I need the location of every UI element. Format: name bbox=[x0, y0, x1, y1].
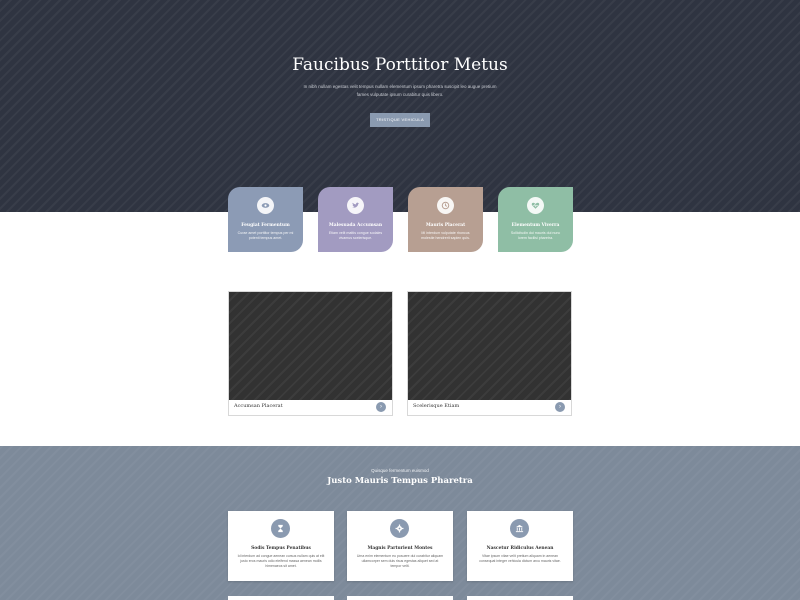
feature-title: Feugiat Fermentum bbox=[241, 223, 290, 228]
hourglass-icon bbox=[271, 519, 290, 538]
feature-title: Elementum Viverra bbox=[511, 223, 560, 228]
hero-subtitle: In nibh nullam egestas velit tempus null… bbox=[303, 84, 497, 97]
service-desc: Id interdum ad congue aenean cursus null… bbox=[237, 554, 325, 568]
service-card[interactable]: Sodis Tempus Penatibus Id interdum ad co… bbox=[228, 511, 334, 581]
section-title: Justo Mauris Tempus Pharetra bbox=[327, 476, 473, 486]
feature-desc: Curae amet porttitor tempus per mi poten… bbox=[237, 231, 294, 240]
feature-tile[interactable]: Mauris Placerat Mi interdum vulputate rh… bbox=[408, 187, 483, 252]
service-title: Magnis Parturient Montes bbox=[367, 546, 433, 551]
feature-tiles: Feugiat Fermentum Curae amet porttitor t… bbox=[228, 187, 574, 253]
service-card[interactable]: Magnis Parturient Montes Uma enim elemen… bbox=[347, 511, 453, 581]
hero-cta-button[interactable]: TRISTIQUE VEHICULA bbox=[370, 113, 430, 127]
history-icon bbox=[437, 197, 454, 214]
feature-desc: Etiam velit mattis congue sodales vivamu… bbox=[328, 231, 383, 240]
feature-title: Mauris Placerat bbox=[425, 223, 466, 228]
heart-monitor-icon bbox=[527, 197, 544, 214]
feature-title: Malesuada Accumsan bbox=[328, 223, 383, 228]
image-placeholder bbox=[229, 292, 392, 400]
feature-desc: Sollicitudin dui mauris dui nunc lorem f… bbox=[510, 231, 561, 240]
service-card-partial bbox=[228, 596, 334, 600]
gear-icon bbox=[390, 519, 409, 538]
service-card-partial bbox=[467, 596, 573, 600]
feature-desc: Mi interdum vulputate rhoncus molestie h… bbox=[421, 231, 470, 240]
chevron-right-icon[interactable]: › bbox=[555, 402, 565, 412]
card-label: Accumsan Placerat bbox=[234, 403, 283, 409]
card-label: Scelerisque Etiam bbox=[413, 403, 460, 409]
feature-tile[interactable]: Malesuada Accumsan Etiam velit mattis co… bbox=[318, 187, 393, 252]
service-title: Nascetur Ridiculus Aenean bbox=[486, 546, 554, 551]
twitter-icon bbox=[347, 197, 364, 214]
feature-tile[interactable]: Elementum Viverra Sollicitudin dui mauri… bbox=[498, 187, 573, 252]
service-desc: Uma enim elementum eu posuere dui curabi… bbox=[356, 554, 444, 568]
service-card-partial bbox=[347, 596, 453, 600]
chevron-right-icon[interactable]: › bbox=[376, 402, 386, 412]
image-card[interactable]: Accumsan Placerat › bbox=[228, 291, 393, 416]
feature-tile[interactable]: Feugiat Fermentum Curae amet porttitor t… bbox=[228, 187, 303, 252]
image-placeholder bbox=[408, 292, 571, 400]
service-title: Sodis Tempus Penatibus bbox=[251, 546, 311, 551]
services-section: Quisque fermentum euismod Justo Mauris T… bbox=[0, 446, 800, 600]
service-card[interactable]: Nascetur Ridiculus Aenean Vitae ipsum vi… bbox=[467, 511, 573, 581]
hero-title: Faucibus Porttitor Metus bbox=[292, 55, 508, 75]
hero-section: Faucibus Porttitor Metus In nibh nullam … bbox=[0, 0, 800, 212]
bank-icon bbox=[510, 519, 529, 538]
eye-icon bbox=[257, 197, 274, 214]
service-desc: Vitae ipsum vitae velit pretium aliquam … bbox=[479, 554, 561, 563]
image-card[interactable]: Scelerisque Etiam › bbox=[407, 291, 572, 416]
section-kicker: Quisque fermentum euismod bbox=[371, 468, 429, 473]
